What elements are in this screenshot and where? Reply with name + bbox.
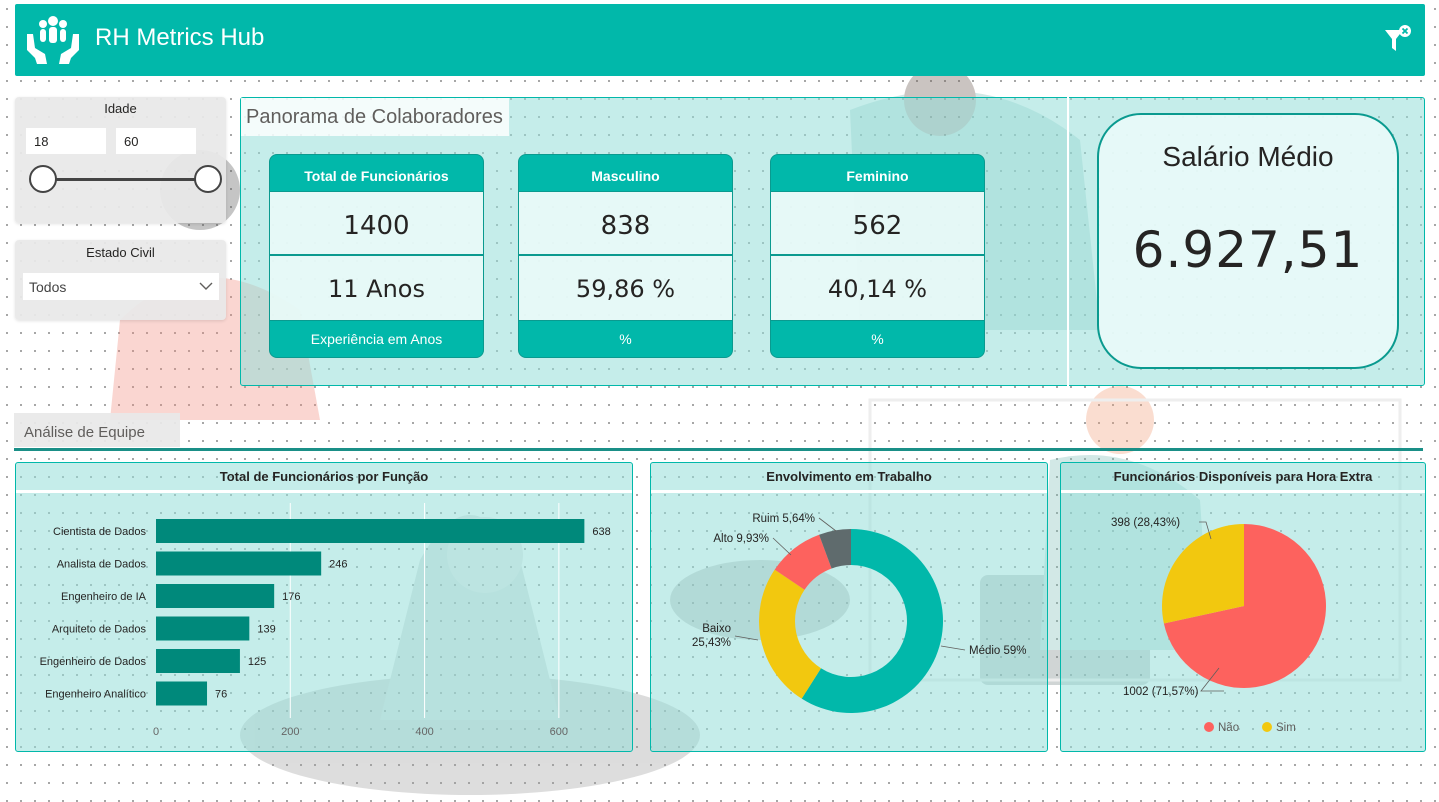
category-label: Analista de Dados	[57, 559, 147, 571]
donut-slice	[759, 569, 821, 699]
kpi-female-header: Feminino	[770, 154, 985, 192]
age-slicer: Idade 18 60	[15, 97, 226, 223]
average-salary-value: 6.927,51	[1132, 221, 1364, 279]
age-max-input[interactable]: 60	[116, 128, 196, 154]
leader-line	[734, 635, 759, 641]
clear-filter-icon[interactable]	[1383, 24, 1413, 56]
bar-chart-svg: 0 200 400 600 Cientista de Dados 638 Analista …	[40, 503, 611, 738]
donut-chart-svg: Médio 59% Baixo 25,43% Alto 9,93% Ruim 5,64%	[692, 513, 1027, 713]
panorama-title: Panorama de Colaboradores	[241, 98, 509, 136]
x-tick-label: 400	[415, 726, 433, 738]
pie-slice	[1162, 524, 1244, 624]
bar	[156, 616, 250, 641]
x-tick-label: 0	[153, 726, 159, 738]
civil-status-slicer: Estado Civil Todos	[15, 240, 226, 320]
data-label: 176	[282, 591, 300, 603]
team-analysis-label: Análise de Equipe	[14, 413, 180, 447]
average-salary-title: Salário Médio	[1162, 141, 1334, 172]
average-salary-card: Salário Médio 6.927,51	[1097, 113, 1399, 369]
data-label: 76	[215, 689, 227, 701]
civil-status-title: Estado Civil	[86, 245, 155, 260]
chart-employees-by-role: 0 200 400 600 Cientista de Dados 638 Analista …	[15, 462, 633, 752]
leader-line	[772, 537, 792, 556]
bar	[156, 519, 585, 543]
age-slider-min-handle[interactable]	[29, 165, 57, 193]
civil-status-value: Todos	[29, 279, 67, 295]
data-label: 246	[329, 559, 347, 571]
category-label: Engenheiro de Dados	[40, 656, 147, 668]
bar	[156, 551, 322, 576]
slice-label: Médio 59%	[969, 645, 1027, 657]
age-min-input[interactable]: 18	[26, 128, 106, 154]
bar	[156, 584, 275, 608]
data-label: 139	[257, 624, 275, 636]
category-label: Cientista de Dados	[53, 526, 146, 538]
chart-title-separator	[651, 490, 1047, 493]
legend-marker	[1204, 722, 1214, 732]
age-slider-max-handle[interactable]	[194, 165, 222, 193]
kpi-card-male: Masculino 838 59,86 % %	[518, 154, 733, 358]
slice-label: Ruim 5,64%	[752, 513, 815, 525]
data-label: 638	[592, 526, 610, 538]
kpi-male-value: 838	[518, 192, 733, 256]
people-hands-icon	[27, 16, 79, 64]
civil-status-dropdown[interactable]: Todos	[23, 273, 219, 300]
chart-work-involvement: Médio 59% Baixo 25,43% Alto 9,93% Ruim 5,64%…	[650, 462, 1048, 752]
kpi-total-footer: Experiência em Anos	[269, 320, 484, 358]
x-tick-label: 200	[281, 726, 299, 738]
chart-title-separator	[1061, 490, 1425, 493]
kpi-female-footer: %	[770, 320, 985, 358]
chart-overtime-availability: 1002 (71,57%) 398 (28,43%) Não Sim Funcioná…	[1060, 462, 1426, 752]
data-label: 125	[248, 656, 266, 668]
slice-label: Baixo	[702, 623, 731, 635]
slice-label: 25,43%	[692, 637, 731, 649]
bar	[156, 649, 240, 673]
legend-label: Não	[1218, 722, 1239, 734]
team-analysis-divider	[14, 448, 1423, 451]
app-title: RH Metrics Hub	[95, 24, 265, 51]
kpi-male-footer: %	[518, 320, 733, 358]
chart-title: Funcionários Disponíveis para Hora Extra	[1113, 469, 1373, 484]
x-tick-label: 600	[550, 726, 568, 738]
age-slicer-title: Idade	[104, 101, 137, 116]
category-label: Arquiteto de Dados	[52, 624, 147, 636]
legend-marker	[1262, 722, 1272, 732]
slice-label: 1002 (71,57%)	[1123, 686, 1199, 698]
kpi-female-percent: 40,14 %	[770, 256, 985, 320]
kpi-card-total: Total de Funcionários 1400 11 Anos Exper…	[269, 154, 484, 358]
kpi-male-header: Masculino	[518, 154, 733, 192]
leader-line	[818, 517, 837, 532]
category-label: Engenheiro de IA	[61, 591, 147, 603]
app-header: RH Metrics Hub	[15, 4, 1425, 76]
kpi-female-value: 562	[770, 192, 985, 256]
panorama-divider	[1067, 97, 1069, 386]
category-label: Engenheiro Analítico	[45, 689, 146, 701]
kpi-total-header: Total de Funcionários	[269, 154, 484, 192]
legend-label: Sim	[1276, 722, 1296, 734]
kpi-card-female: Feminino 562 40,14 % %	[770, 154, 985, 358]
kpi-total-experience: 11 Anos	[269, 256, 484, 320]
chevron-down-icon	[199, 282, 213, 290]
chart-title: Envolvimento em Trabalho	[766, 469, 932, 484]
slice-label: 398 (28,43%)	[1111, 517, 1180, 529]
chart-title-separator	[16, 490, 632, 493]
kpi-total-value: 1400	[269, 192, 484, 256]
pie-chart-svg: 1002 (71,57%) 398 (28,43%) Não Sim	[1111, 517, 1326, 734]
kpi-male-percent: 59,86 %	[518, 256, 733, 320]
chart-title: Total de Funcionários por Função	[219, 469, 429, 484]
bar	[156, 681, 208, 706]
slice-label: Alto 9,93%	[713, 533, 769, 545]
leader-line	[940, 645, 966, 651]
age-slider-track[interactable]	[42, 178, 209, 181]
